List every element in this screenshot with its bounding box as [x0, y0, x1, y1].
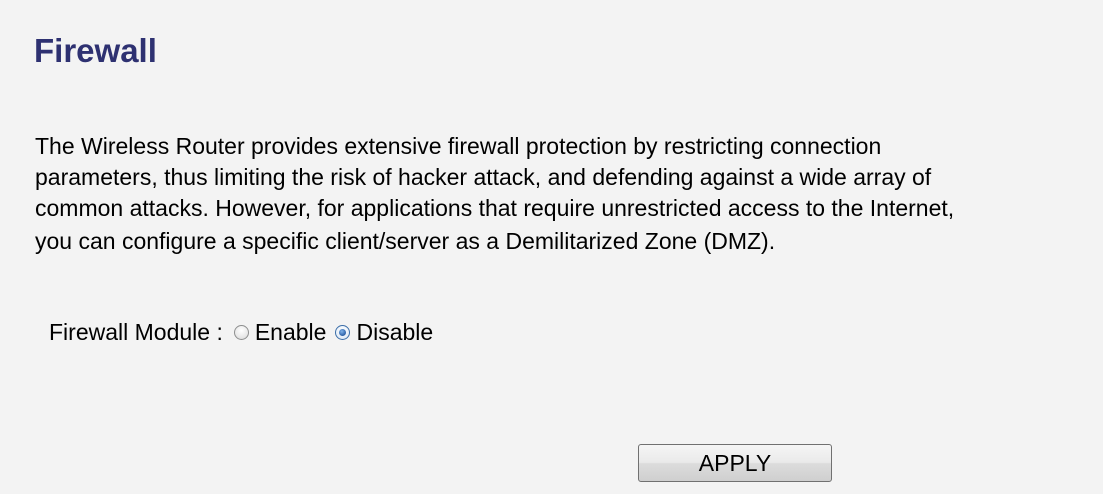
enable-option[interactable]: Enable — [233, 319, 327, 346]
apply-button[interactable]: APPLY — [638, 444, 832, 482]
firewall-module-label: Firewall Module : — [49, 318, 223, 345]
disable-label[interactable]: Disable — [356, 319, 433, 346]
enable-radio[interactable] — [233, 324, 249, 340]
disable-radio[interactable] — [335, 324, 351, 340]
disable-option[interactable]: Disable — [335, 319, 433, 346]
firewall-module-row: Firewall Module : Enable Disable — [49, 316, 442, 348]
description-line: common attacks. However, for application… — [35, 195, 955, 221]
page-title: Firewall — [34, 32, 157, 69]
description-line: parameters, thus limiting the risk of ha… — [35, 164, 932, 190]
firewall-description: The Wireless Router provides extensive f… — [35, 131, 1095, 257]
enable-label[interactable]: Enable — [255, 319, 327, 346]
description-line: The Wireless Router provides extensive f… — [35, 133, 882, 159]
description-line: you can configure a specific client/serv… — [35, 228, 776, 254]
